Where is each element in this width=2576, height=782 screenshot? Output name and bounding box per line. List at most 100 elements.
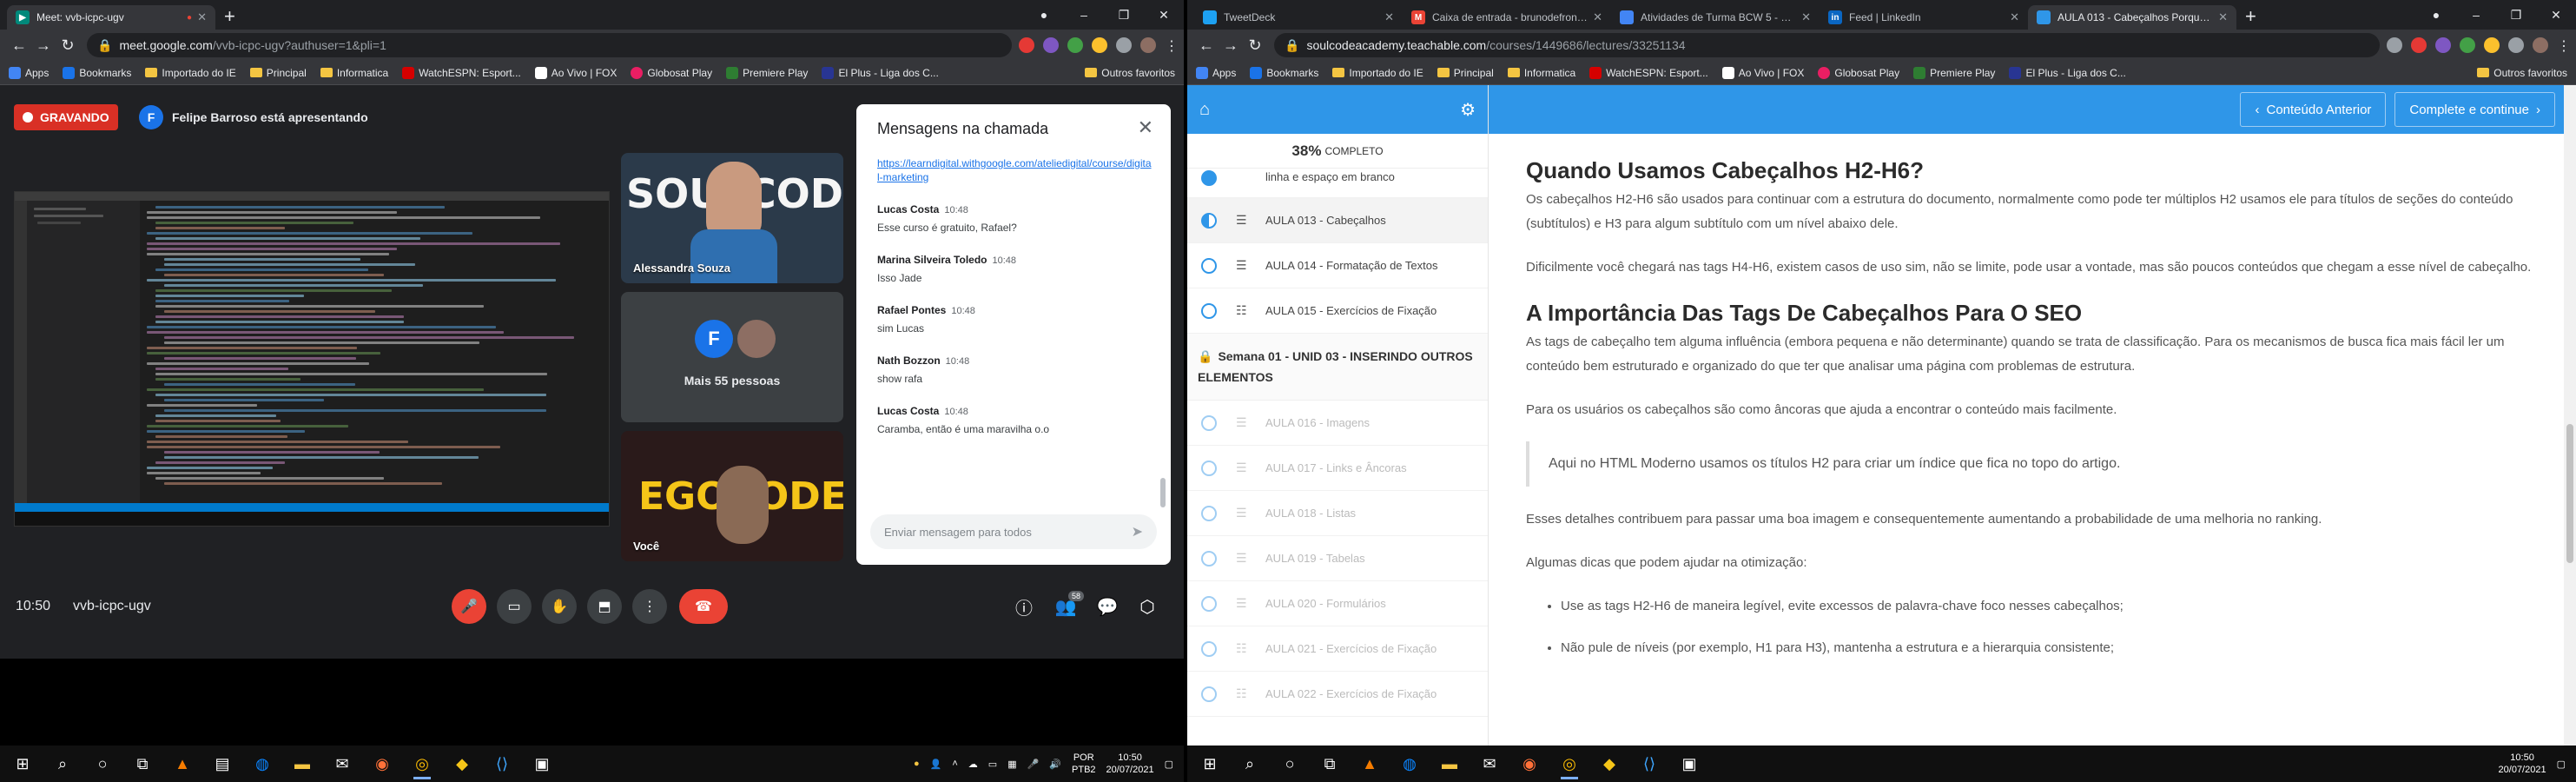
more-options-button[interactable]: ⋮ bbox=[632, 589, 667, 624]
lesson-item-locked[interactable]: ☰ AULA 020 - Formulários bbox=[1187, 581, 1488, 626]
complete-continue-button[interactable]: Complete e continue › bbox=[2394, 92, 2555, 127]
adblock-extension-icon[interactable] bbox=[2411, 37, 2427, 53]
weather-icon[interactable]: ● bbox=[914, 759, 920, 769]
lesson-item[interactable]: ☷ AULA 015 - Exercícios de Fixação bbox=[1187, 288, 1488, 334]
lesson-item-current[interactable]: ☰ AULA 013 - Cabeçalhos bbox=[1187, 198, 1488, 243]
close-tab-icon[interactable]: ✕ bbox=[2218, 10, 2228, 24]
back-icon[interactable]: ← bbox=[1194, 36, 1219, 55]
notifications-icon[interactable]: ▢ bbox=[1165, 759, 1173, 770]
firefox-icon[interactable]: ◉ bbox=[1512, 747, 1547, 780]
bookmark-item[interactable]: Informatica bbox=[1507, 67, 1575, 79]
volume-icon[interactable]: 🔊 bbox=[1049, 759, 1061, 770]
raise-hand-button[interactable]: ✋ bbox=[542, 589, 577, 624]
task-view-icon[interactable]: ⧉ bbox=[125, 747, 160, 780]
reload-icon[interactable]: ↻ bbox=[1243, 36, 1267, 55]
menu-icon[interactable]: ⋮ bbox=[2557, 37, 2571, 54]
chat-scrollbar[interactable] bbox=[1160, 478, 1166, 507]
bookmark-other[interactable]: Outros favoritos bbox=[2477, 67, 2567, 79]
cloud-icon[interactable]: ☁ bbox=[968, 759, 978, 770]
lesson-item[interactable]: ☰ AULA 014 - Formatação de Textos bbox=[1187, 243, 1488, 288]
network-icon[interactable]: ▦ bbox=[1007, 759, 1016, 770]
file-explorer-icon[interactable]: ▬ bbox=[1432, 747, 1467, 780]
bookmark-item[interactable]: Globosat Play bbox=[631, 66, 712, 79]
battery-icon[interactable]: ▭ bbox=[988, 759, 997, 770]
lesson-item-locked[interactable]: ☷ AULA 021 - Exercícios de Fixação bbox=[1187, 626, 1488, 672]
self-tile[interactable]: EGOCODE Você bbox=[621, 431, 843, 561]
bookmark-item[interactable]: Principal bbox=[1437, 67, 1494, 79]
bookmark-apps[interactable]: Apps bbox=[1196, 66, 1236, 79]
people-icon[interactable]: 👥 58 bbox=[1053, 590, 1084, 618]
present-button[interactable]: ⬒ bbox=[587, 589, 622, 624]
folder-icon[interactable]: ▤ bbox=[205, 747, 240, 780]
cortana-icon[interactable]: ○ bbox=[1272, 747, 1307, 780]
gear-icon[interactable]: ⚙ bbox=[1460, 99, 1476, 121]
lesson-item-locked[interactable]: ☷ AULA 022 - Exercícios de Fixação bbox=[1187, 672, 1488, 717]
avatar[interactable] bbox=[1140, 37, 1156, 53]
maximize-button[interactable]: ❐ bbox=[2496, 8, 2536, 23]
recording-indicator[interactable]: GRAVANDO bbox=[14, 104, 118, 130]
app-icon[interactable]: ▣ bbox=[1672, 747, 1707, 780]
mic-off-button[interactable]: 🎤 bbox=[452, 589, 486, 624]
tab-teachable[interactable]: AULA 013 - Cabeçalhos Porque U ✕ bbox=[2028, 5, 2236, 30]
minimize-button[interactable]: – bbox=[2456, 8, 2496, 22]
more-participants-tile[interactable]: F Mais 55 pessoas bbox=[621, 292, 843, 422]
chat-icon[interactable]: 💬 bbox=[1094, 596, 1120, 618]
close-tab-icon[interactable]: ✕ bbox=[1384, 10, 1394, 24]
profile-icon[interactable]: ● bbox=[2416, 8, 2456, 22]
url-input[interactable]: 🔒 meet.google.com/vvb-icpc-ugv?authuser=… bbox=[87, 33, 1012, 57]
new-tab-button[interactable]: + bbox=[2236, 5, 2265, 30]
keyboard-layout[interactable]: POR PTB2 bbox=[1072, 752, 1096, 776]
bookmark-other[interactable]: Outros favoritos bbox=[1085, 67, 1175, 79]
edge-icon[interactable]: ◍ bbox=[245, 747, 280, 780]
tab-gmail[interactable]: M Caixa de entrada - brunodefronteir ✕ bbox=[1403, 5, 1611, 30]
cortana-icon[interactable]: ○ bbox=[85, 747, 120, 780]
bookmark-item[interactable]: Importado do IE bbox=[1332, 67, 1423, 79]
home-icon[interactable]: ⌂ bbox=[1199, 100, 1210, 120]
scrollbar-thumb[interactable] bbox=[2566, 424, 2573, 563]
send-icon[interactable]: ➤ bbox=[1132, 523, 1143, 540]
bookmark-item[interactable]: El Plus - Liga dos C... bbox=[822, 66, 939, 79]
firefox-icon[interactable]: ◉ bbox=[365, 747, 400, 780]
chat-input[interactable]: Enviar mensagem para todos ➤ bbox=[870, 514, 1157, 549]
bookmark-item[interactable]: Bookmarks bbox=[63, 66, 131, 79]
puzzle-icon[interactable] bbox=[1116, 37, 1132, 53]
tab-meet[interactable]: ▶ Meet: vvb-icpc-ugv ● ✕ bbox=[7, 5, 215, 30]
bookmark-item[interactable]: Premiere Play bbox=[1913, 66, 1995, 79]
extension-icon[interactable] bbox=[1043, 37, 1059, 53]
bookmark-item[interactable]: Bookmarks bbox=[1250, 66, 1318, 79]
section-header[interactable]: 🔒 Semana 01 - UNID 03 - INSERINDO OUTROS … bbox=[1187, 334, 1488, 401]
chevron-up-icon[interactable]: ˄ bbox=[952, 759, 957, 769]
new-tab-button[interactable]: + bbox=[215, 5, 244, 30]
extension-icon[interactable] bbox=[2460, 37, 2475, 53]
file-explorer-icon[interactable]: ▬ bbox=[285, 747, 320, 780]
shared-screen[interactable] bbox=[14, 191, 610, 527]
extension-icon[interactable] bbox=[2435, 37, 2451, 53]
info-icon[interactable]: ⓘ bbox=[1011, 594, 1037, 620]
close-tab-icon[interactable]: ✕ bbox=[1801, 10, 1811, 24]
close-window-button[interactable]: ✕ bbox=[1144, 8, 1184, 23]
vscode-icon[interactable]: ⟨⟩ bbox=[485, 747, 519, 780]
bookmark-item[interactable]: Globosat Play bbox=[1818, 66, 1899, 79]
bookmark-item[interactable]: Ao Vivo | FOX bbox=[534, 66, 617, 79]
back-icon[interactable]: ← bbox=[7, 36, 31, 55]
chrome-icon[interactable]: ◎ bbox=[1552, 747, 1587, 780]
activities-icon[interactable]: ⬡ bbox=[1134, 596, 1160, 618]
lesson-item-locked[interactable]: ☰ AULA 016 - Imagens bbox=[1187, 401, 1488, 446]
lesson-item-locked[interactable]: ☰ AULA 017 - Links e Âncoras bbox=[1187, 446, 1488, 491]
windows-start-icon[interactable]: ⊞ bbox=[1192, 747, 1227, 780]
end-call-button[interactable]: ☎ bbox=[679, 589, 728, 624]
edge-icon[interactable]: ◍ bbox=[1392, 747, 1427, 780]
bookmark-item[interactable]: Importado do IE bbox=[145, 67, 236, 79]
app-icon[interactable]: ▣ bbox=[525, 747, 559, 780]
vscode-icon[interactable]: ⟨⟩ bbox=[1632, 747, 1667, 780]
close-tab-icon[interactable]: ✕ bbox=[2010, 10, 2019, 24]
bookmark-item[interactable]: Principal bbox=[249, 67, 307, 79]
chat-link[interactable]: https://learndigital.withgoogle.com/atel… bbox=[877, 156, 1152, 184]
camera-button[interactable]: ▭ bbox=[497, 589, 532, 624]
close-window-button[interactable]: ✕ bbox=[2536, 8, 2576, 23]
menu-icon[interactable]: ⋮ bbox=[1165, 37, 1179, 54]
tab-linkedin[interactable]: in Feed | LinkedIn ✕ bbox=[1820, 5, 2028, 30]
puzzle-icon[interactable] bbox=[2508, 37, 2524, 53]
forward-icon[interactable]: → bbox=[1219, 36, 1243, 55]
bookmark-item[interactable]: WatchESPN: Esport... bbox=[402, 66, 521, 79]
